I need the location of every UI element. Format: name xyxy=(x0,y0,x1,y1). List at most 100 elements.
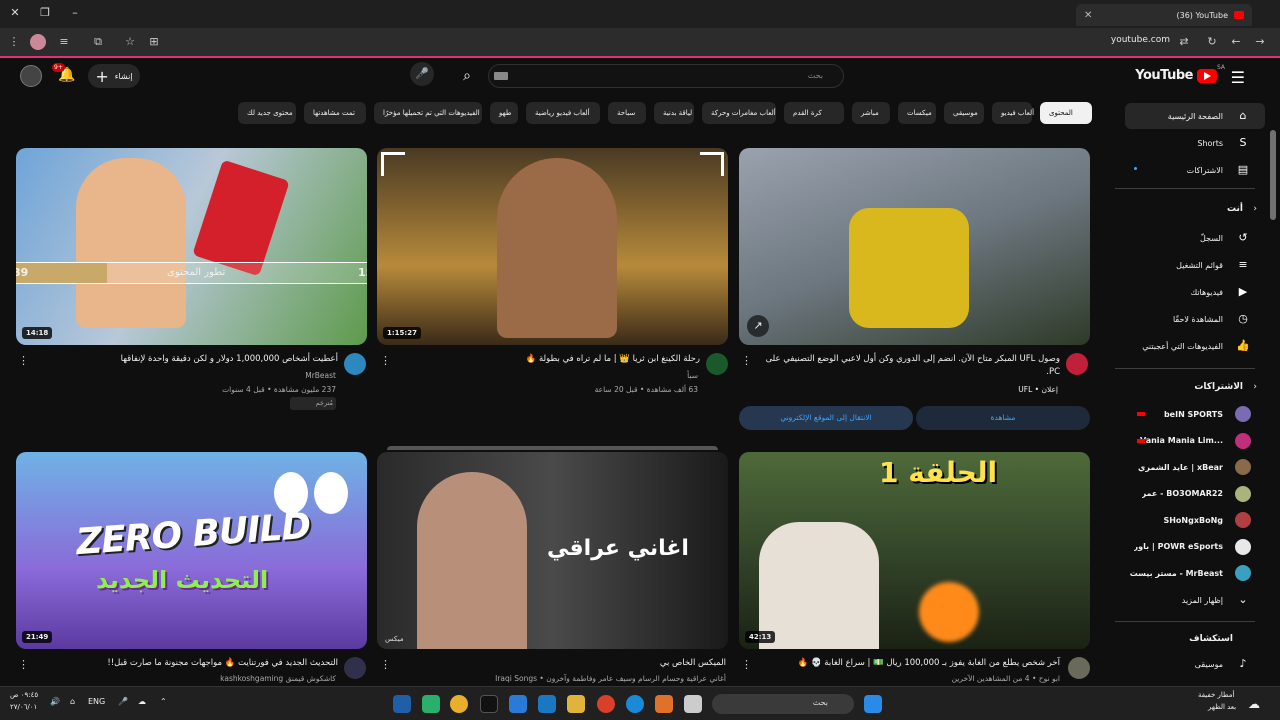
sidebar-item[interactable]: الاشتراكات ▤ xyxy=(1125,157,1265,183)
browser-app-icon[interactable] xyxy=(597,695,615,713)
channel-avatar[interactable] xyxy=(1068,657,1090,679)
store-icon[interactable] xyxy=(538,695,556,713)
chip-10[interactable]: طهو xyxy=(490,102,518,124)
keyboard-icon[interactable] xyxy=(494,72,508,80)
video-thumbnail[interactable]: ZERO BUILD التحديث الجديد 21:49 xyxy=(16,452,367,649)
office-icon[interactable] xyxy=(655,695,673,713)
mic-tray-icon[interactable]: 🎤 xyxy=(118,697,128,706)
close-tab-icon[interactable]: ✕ xyxy=(1084,10,1092,21)
external-link-icon[interactable]: ↗ xyxy=(747,315,769,337)
tray-overflow-icon[interactable]: ⌃ xyxy=(160,697,167,706)
weather-text[interactable]: أمطار خفيفة xyxy=(1198,691,1234,699)
chip-4[interactable]: مباشر xyxy=(852,102,890,124)
taskbar-search-input[interactable]: بحث xyxy=(712,694,854,714)
install-app-icon[interactable]: ⊞ xyxy=(146,34,162,50)
video-menu-icon[interactable]: ⋮ xyxy=(741,354,752,367)
channel-avatar[interactable] xyxy=(344,353,366,375)
bookmark-star-icon[interactable]: ☆ xyxy=(122,34,138,50)
chip-7[interactable]: لياقة بدنية xyxy=(654,102,694,124)
search-icon[interactable]: ⌕ xyxy=(452,64,482,88)
sidebar-item[interactable]: Shorts S xyxy=(1125,130,1265,156)
video-menu-icon[interactable]: ⋮ xyxy=(380,354,391,367)
chip-0[interactable]: المحتوى xyxy=(1040,102,1092,124)
sidebar-item[interactable]: مستر بيست - MrBeast xyxy=(1125,560,1265,586)
channel-name[interactable]: ابو نوح • 4 من المشاهدين الآخرين xyxy=(760,672,1060,685)
back-icon[interactable]: ← xyxy=(1228,34,1244,50)
chip-3[interactable]: ميكسات xyxy=(898,102,936,124)
watch-button[interactable]: مشاهدة xyxy=(916,406,1090,430)
youtube-logo[interactable]: YouTube SA xyxy=(1135,64,1225,83)
page-scrollbar[interactable] xyxy=(1266,58,1280,686)
maximize-icon[interactable]: ❐ xyxy=(36,4,54,22)
sidebar-item[interactable]: فيديوهاتك ▶ xyxy=(1125,279,1265,305)
chip-5[interactable]: كرة القدم xyxy=(784,102,844,124)
ad-thumbnail[interactable]: ↗ xyxy=(739,148,1090,345)
extensions-icon[interactable]: ⧉ xyxy=(90,34,106,50)
tiktok-icon[interactable] xyxy=(480,695,498,713)
account-avatar[interactable] xyxy=(20,65,42,87)
section-header-you[interactable]: أنت xyxy=(1227,204,1243,214)
search-input[interactable]: بحث xyxy=(488,64,844,88)
visit-website-button[interactable]: الانتقال إلى الموقع الإلكتروني xyxy=(739,406,913,430)
video-title[interactable]: أعطيت أشخاص 1,000,000 دولار و لكن دقيقة … xyxy=(40,353,338,366)
volume-icon[interactable]: 🔊 xyxy=(50,697,60,706)
site-settings-icon[interactable]: ⇄ xyxy=(1176,34,1192,50)
sidebar-item[interactable]: الصفحة الرئيسية ⌂ xyxy=(1125,103,1265,129)
sidebar-item[interactable]: السجلّ ↺ xyxy=(1125,225,1265,251)
sidebar-item[interactable]: Vania Mania Lim... xyxy=(1125,428,1265,454)
forward-icon[interactable]: → xyxy=(1252,34,1268,50)
video-menu-icon[interactable]: ⋮ xyxy=(380,658,391,671)
scrollbar-thumb[interactable] xyxy=(1270,130,1276,220)
edge-icon[interactable] xyxy=(626,695,644,713)
video-thumbnail[interactable]: اغاني عراقي ميكس xyxy=(377,452,728,649)
video-thumbnail[interactable]: الحلقة 1 42:13 xyxy=(739,452,1090,649)
onedrive-icon[interactable]: ☁ xyxy=(138,697,146,706)
channel-name[interactable]: سبأ xyxy=(400,369,698,382)
chip-8[interactable]: سباحة xyxy=(608,102,646,124)
profile-icon[interactable] xyxy=(30,34,46,50)
close-window-icon[interactable]: ✕ xyxy=(6,4,24,22)
chip-9[interactable]: ألعاب فيديو رياضية xyxy=(526,102,600,124)
chip-1[interactable]: ألعاب فيديو xyxy=(992,102,1034,124)
microphone-icon[interactable]: 🎤 xyxy=(410,62,434,86)
video-thumbnail[interactable]: 1:15:27 xyxy=(377,148,728,345)
mail-icon[interactable] xyxy=(509,695,527,713)
channel-name[interactable]: أغاني عراقية وحسام الرسام وسيف عامر وفاط… xyxy=(400,672,726,685)
chip-12[interactable]: تمت مشاهدتها xyxy=(304,102,366,124)
sidebar-item[interactable]: قوائم التشغيل ≡ xyxy=(1125,252,1265,278)
file-explorer-icon[interactable] xyxy=(567,695,585,713)
video-title[interactable]: الميكس الخاص بي xyxy=(400,657,726,670)
reload-icon[interactable]: ↻ xyxy=(1204,34,1220,50)
sidebar-item[interactable]: المشاهدة لاحقًا ◷ xyxy=(1125,306,1265,332)
video-title[interactable]: التحديث الجديد في فورتنايت 🔥 مواجهات مجن… xyxy=(40,657,338,670)
chip-2[interactable]: موسيقى xyxy=(944,102,984,124)
chrome-icon[interactable] xyxy=(450,695,468,713)
weather-icon[interactable]: ☁ xyxy=(1248,697,1260,711)
video-menu-icon[interactable]: ⋮ xyxy=(18,354,29,367)
sidebar-item[interactable]: الفيديوهات التي أعجبتني 👍 xyxy=(1125,333,1265,359)
app-icon[interactable] xyxy=(422,695,440,713)
more-menu-icon[interactable]: ⋮ xyxy=(6,34,22,50)
sidebar-item[interactable]: إظهار المزيد ⌄ xyxy=(1125,587,1265,613)
clock-time[interactable]: ٠٩:٤٥ ص xyxy=(10,691,38,699)
language-indicator[interactable]: ENG xyxy=(88,697,105,706)
security-app-icon[interactable] xyxy=(393,695,411,713)
sidebar-item[interactable]: عايد الشمري | xBear xyxy=(1125,454,1265,480)
channel-name[interactable]: كاشكوش قيمنق kashkoshgaming xyxy=(40,672,336,685)
section-header-subscriptions[interactable]: الاشتراكات xyxy=(1194,382,1243,392)
sidebar-item[interactable]: موسيقى ♪ xyxy=(1125,651,1265,677)
video-menu-icon[interactable]: ⋮ xyxy=(18,658,29,671)
video-title[interactable]: آخر شخص يطلع من الغابة يفوز بـ 100,000 ر… xyxy=(760,657,1060,670)
chip-6[interactable]: ألعاب مغامرات وحركة xyxy=(702,102,776,124)
channel-name[interactable]: MrBeast xyxy=(40,369,336,382)
chip-11[interactable]: الفيديوهات التي تم تحميلها مؤخرًا xyxy=(374,102,482,124)
clock-date[interactable]: ٢٧/٠٦/٠١ xyxy=(10,703,37,711)
channel-avatar[interactable] xyxy=(706,353,728,375)
network-icon[interactable]: ⌂ xyxy=(70,697,75,706)
video-menu-icon[interactable]: ⋮ xyxy=(741,658,752,671)
hamburger-menu-icon[interactable]: ☰ xyxy=(1231,68,1245,87)
chip-13[interactable]: محتوى جديد لك xyxy=(238,102,296,124)
video-title[interactable]: وصول UFL المبكر متاح الآن. انضم إلى الدو… xyxy=(760,353,1060,379)
video-thumbnail[interactable]: 39 تطور المحتوى 150 14:18 xyxy=(16,148,367,345)
app-icon[interactable] xyxy=(684,695,702,713)
